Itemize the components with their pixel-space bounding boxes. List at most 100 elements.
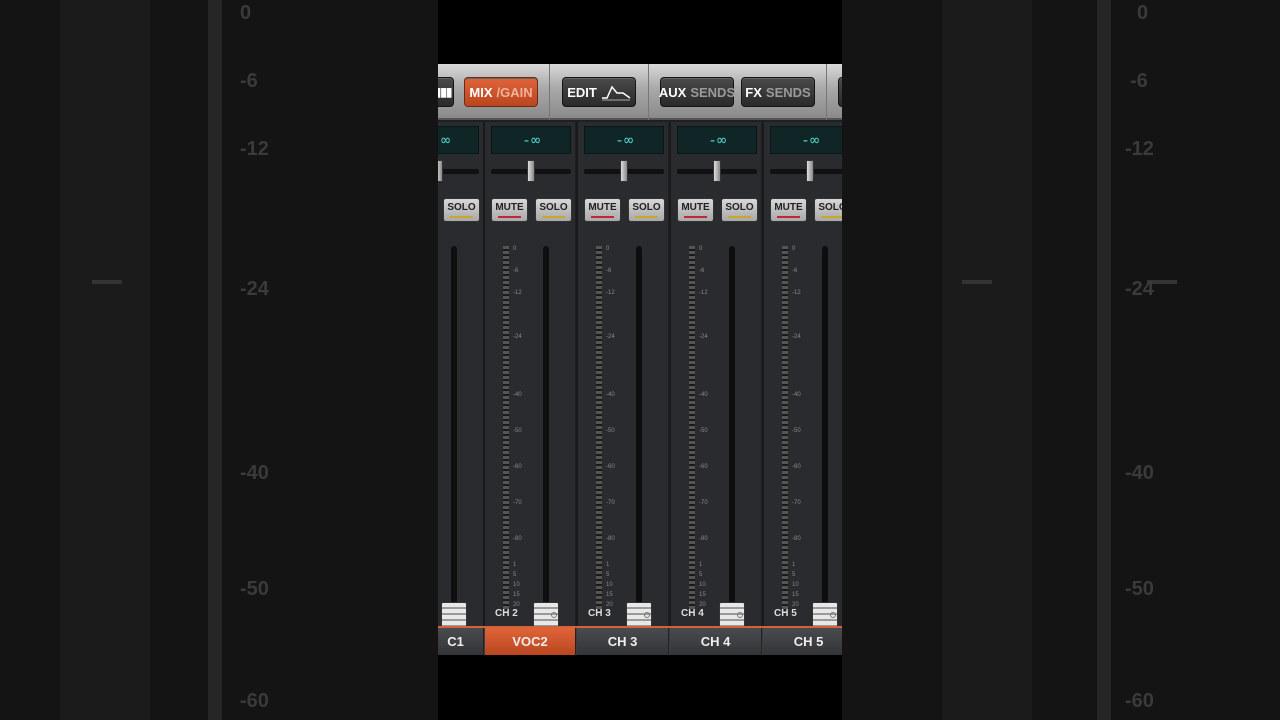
scale-tick: -50 [792,428,801,434]
eq-curve-icon [601,85,631,101]
channel-tab-bar: C1 VOC2 CH 3 CH 4 CH 5 [438,626,842,655]
toolbar: ▮▮▮ MIX/GAIN EDIT AUXSENDS FXSENDS [438,64,842,120]
scale-tick: 0 [699,246,703,252]
bg-scale-label: -50 [240,578,269,600]
aux-sends-button[interactable]: AUX SENDS [658,77,736,107]
scale-tick: -40 [606,392,615,398]
pan-knob[interactable] [713,160,721,182]
scale-tick: -6 [792,268,798,274]
pan-knob[interactable] [438,160,443,182]
channel-name: CH 5 [774,608,797,619]
bg-scale-label: -6 [240,70,258,92]
mute-button[interactable]: MUTE [677,198,714,222]
bg-strip [942,0,1032,720]
edit-button[interactable]: EDIT [562,77,636,107]
level-display: ∞ [438,126,479,154]
tab-ch1[interactable]: C1 [438,628,484,655]
bg-fader-slot [208,0,222,720]
pan-knob[interactable] [620,160,628,182]
tab-voc2[interactable]: VOC2 [485,628,576,655]
channel-name: CH 3 [588,608,611,619]
link-indicator [737,612,743,618]
toolbar-divider [549,64,550,120]
bg-scale-label: -12 [240,138,269,160]
scale-tick: -70 [606,500,615,506]
pan-knob[interactable] [806,160,814,182]
fx-sends-button[interactable]: FX SENDS [741,77,815,107]
level-display: -∞ [770,126,842,154]
bg-scale-label: -24 [1125,278,1154,300]
meter-bars-icon: ▮▮▮ [438,85,452,99]
channel-strip: -∞ MUTE SOLO 0 -6 -12 -24 -40 -50 -60 -7… [576,122,668,654]
aux-label: AUX [658,84,687,100]
scale-tick: 1 [699,562,703,568]
solo-button[interactable]: SOLO [628,198,665,222]
scale-tick: -24 [606,334,615,340]
scale-tick: -50 [699,428,708,434]
scale-tick: 15 [513,592,520,598]
bg-scale-label: -60 [1125,690,1154,712]
scale-tick: 10 [699,582,706,588]
tab-ch3[interactable]: CH 3 [577,628,669,655]
level-meter [782,246,788,612]
aux-sends-label: SENDS [690,84,736,100]
channel-strip: -∞ MUTE SOLO 0 -6 -12 -24 -40 -50 -60 -7… [762,122,842,654]
bg-scale-label: -24 [240,278,269,300]
scale-tick: -12 [792,290,801,296]
scale-tick: 5 [699,572,703,578]
scale-tick: -80 [606,536,615,542]
toolbar-divider [648,64,649,120]
solo-button[interactable]: SOLO [814,198,842,222]
pan-knob[interactable] [527,160,535,182]
bg-scale-label: -12 [1125,138,1154,160]
level-display: -∞ [677,126,757,154]
mixer-app: ▮▮▮ MIX/GAIN EDIT AUXSENDS FXSENDS ∞ SOL… [438,64,842,655]
tab-ch5[interactable]: CH 5 [763,628,842,655]
mute-button[interactable]: MUTE [584,198,621,222]
scale-tick: 5 [606,572,610,578]
solo-button[interactable]: SOLO [535,198,572,222]
bg-scale-label: -60 [240,690,269,712]
tab-ch4[interactable]: CH 4 [670,628,762,655]
more-button[interactable] [838,77,842,107]
solo-button[interactable]: SOLO [443,198,480,222]
scale-tick: -60 [792,464,801,470]
bg-strip [60,0,150,720]
edit-label: EDIT [567,84,597,100]
scale-tick: 1 [513,562,517,568]
mix-label: MIX [469,84,493,100]
mute-button[interactable]: MUTE [770,198,807,222]
background-left-panel: 0 -6 -12 -24 -40 -50 -60 [0,0,438,720]
level-meter [503,246,509,612]
mute-button[interactable]: MUTE [491,198,528,222]
bg-scale-label: -6 [1130,70,1148,92]
solo-button[interactable]: SOLO [721,198,758,222]
scale-tick: 5 [792,572,796,578]
scale-tick: -60 [606,464,615,470]
background-right-panel: 0 -6 -12 -24 -40 -50 -60 [842,0,1280,720]
fader-track [822,246,828,612]
link-indicator [830,612,836,618]
scale-tick: 15 [606,592,613,598]
channel-name: CH 2 [495,608,518,619]
level-meter [689,246,695,612]
scale-tick: -6 [513,268,519,274]
scale-tick: -50 [606,428,615,434]
scale-tick: -40 [513,392,522,398]
channel-strip: -∞ MUTE SOLO 0 -6 -12 -24 -40 -50 -60 -7… [669,122,761,654]
mix-gain-button[interactable]: MIX/GAIN [464,77,538,107]
meters-view-button[interactable]: ▮▮▮ [438,77,454,107]
scale-tick: 1 [606,562,610,568]
scale-tick: 0 [513,246,517,252]
scale-tick: -50 [513,428,522,434]
channel-name: CH 4 [681,608,704,619]
bg-mark [962,280,992,284]
scale-tick: -80 [513,536,522,542]
scale-tick: 0 [606,246,610,252]
bg-mark [92,280,122,284]
scale-tick: -40 [699,392,708,398]
scale-tick: 10 [792,582,799,588]
fader-track [636,246,642,612]
scale-tick: -6 [699,268,705,274]
scale-tick: 10 [513,582,520,588]
